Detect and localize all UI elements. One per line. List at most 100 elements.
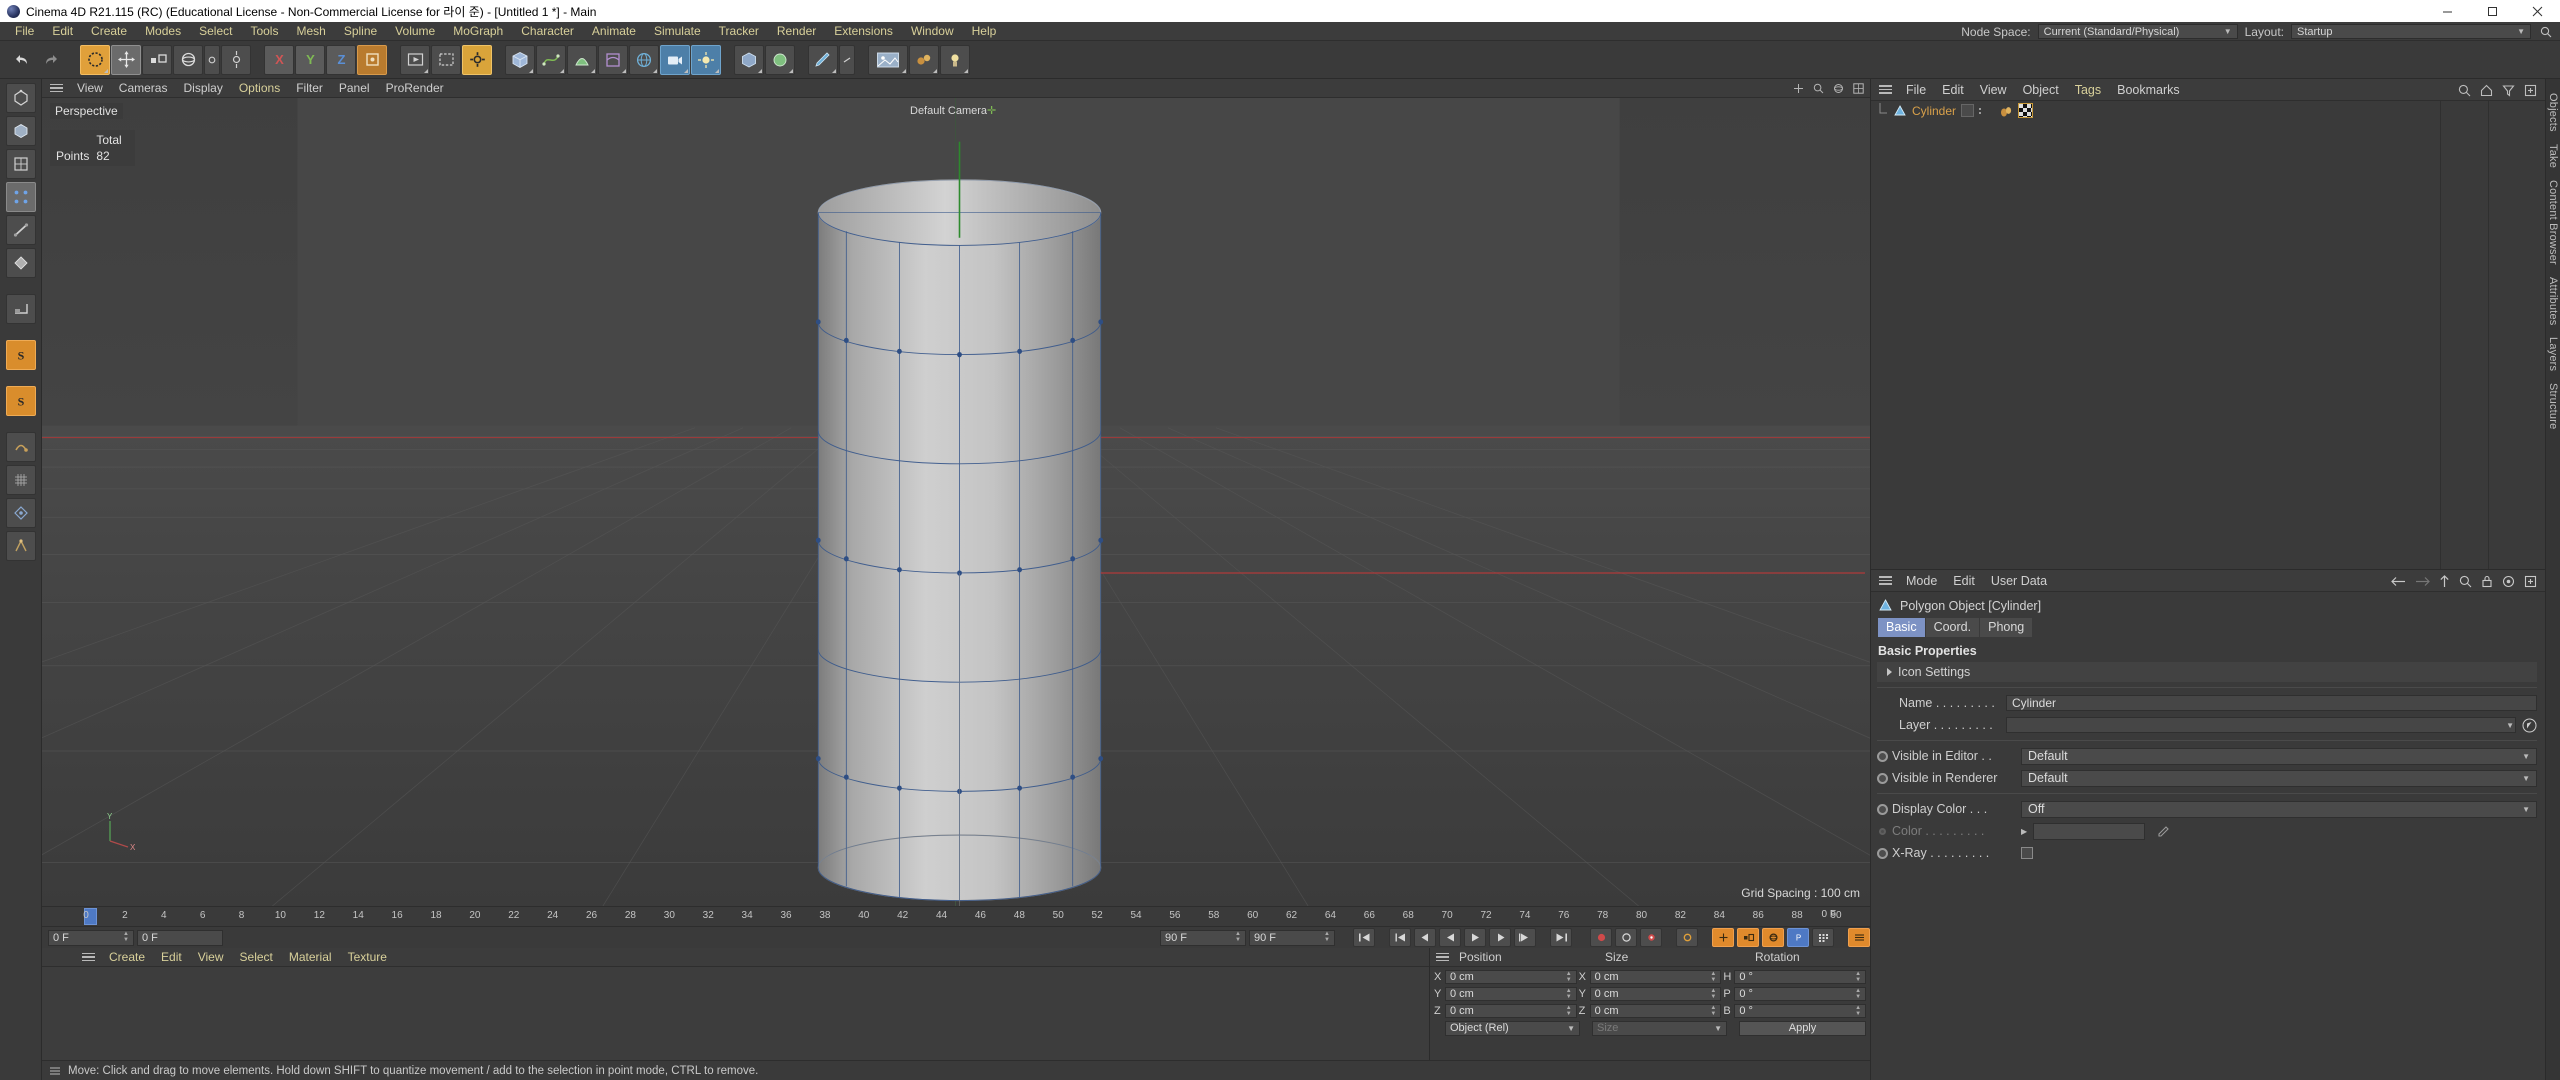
node-space-select[interactable]: Current (Standard/Physical) ▼ (2037, 24, 2238, 39)
position-z-field[interactable]: 0 cm ▲ ▼ (1445, 1004, 1577, 1018)
key-parameter-toggle-button[interactable]: P (1787, 928, 1809, 947)
viewport-menu-filter[interactable]: Filter (288, 79, 331, 98)
rotate-tool-button[interactable] (173, 44, 203, 75)
play-forward-button[interactable] (1464, 928, 1486, 947)
chevron-down-icon[interactable]: ▼ (2506, 721, 2514, 730)
tab-phong[interactable]: Phong (1980, 618, 2033, 637)
start-frame-field[interactable]: 0 F (137, 929, 223, 946)
scene-nodes-button[interactable] (940, 44, 970, 75)
key-position-toggle-button[interactable] (1712, 928, 1734, 947)
workplane-lock-button[interactable] (5, 432, 36, 462)
visible-editor-radio[interactable] (1877, 750, 1888, 762)
display-color-radio[interactable] (1877, 803, 1888, 815)
attribute-menu-user-data[interactable]: User Data (1983, 570, 2055, 592)
rotation-b-field[interactable]: 0 ° ▲ ▼ (1734, 1004, 1867, 1018)
undo-button[interactable] (6, 45, 36, 75)
make-editable-button[interactable] (5, 83, 36, 113)
menu-window[interactable]: Window (902, 22, 963, 41)
add-generator-button[interactable] (567, 44, 597, 75)
maximize-button[interactable] (2470, 0, 2515, 22)
search-icon[interactable] (2458, 84, 2471, 97)
enable-axis-button[interactable]: S (5, 340, 36, 370)
stepper-icon[interactable]: ▲ ▼ (1566, 1005, 1572, 1017)
stepper-icon[interactable]: ▲ ▼ (1235, 931, 1241, 943)
size-x-field[interactable]: 0 cm ▲ ▼ (1589, 970, 1722, 984)
add-cube-primitive-button[interactable] (734, 44, 764, 75)
visible-renderer-radio[interactable] (1877, 772, 1888, 784)
record-active-objects-button[interactable] (1590, 928, 1612, 947)
vtab-structure[interactable]: Structure (2547, 377, 2559, 435)
rotate-view-icon[interactable] (1833, 83, 1844, 94)
menu-extensions[interactable]: Extensions (825, 22, 902, 41)
key-pla-toggle-button[interactable] (1812, 928, 1834, 947)
material-menu-select[interactable]: Select (232, 948, 281, 967)
tool-options-button[interactable] (204, 44, 220, 75)
display-color-select[interactable]: Off ▼ (2021, 800, 2537, 818)
search-icon[interactable] (2459, 575, 2472, 588)
object-menu-view[interactable]: View (1972, 79, 2015, 101)
stepper-icon[interactable]: ▲ ▼ (1710, 1005, 1716, 1017)
size-z-field[interactable]: 0 cm ▲ ▼ (1589, 1004, 1722, 1018)
render-region-button[interactable] (431, 44, 461, 75)
world-object-coordinate-button[interactable] (357, 44, 387, 75)
preview-end-field[interactable]: 90 F ▲ ▼ (1249, 929, 1335, 946)
autokeying-button[interactable] (1615, 928, 1637, 947)
position-x-field[interactable]: 0 cm ▲ ▼ (1445, 970, 1577, 984)
object-menu-tags[interactable]: Tags (2067, 79, 2109, 101)
menu-help[interactable]: Help (963, 22, 1006, 41)
menu-file[interactable]: File (6, 22, 43, 41)
object-visibility-box[interactable] (1961, 104, 1975, 117)
point-mode-button[interactable] (5, 182, 36, 212)
content-browser-button[interactable] (909, 44, 939, 75)
stepper-icon[interactable]: ▲ ▼ (1855, 971, 1861, 983)
color-swatch[interactable] (2033, 822, 2146, 840)
redo-button[interactable] (37, 45, 67, 75)
layout-select[interactable]: Startup ▼ (2291, 24, 2531, 39)
attribute-hamburger-icon[interactable] (1879, 576, 1892, 585)
menu-mesh[interactable]: Mesh (287, 22, 334, 41)
phong-tag-icon[interactable] (1999, 104, 2013, 118)
timeline-ruler[interactable]: 0 2 4 6 8 10 12 14 16 18 20 22 24 26 28 30 32 34 36 38 40 42 4… (42, 906, 1870, 926)
perspective-viewport[interactable]: Perspective Default Camera✛ Total Points… (42, 98, 1870, 906)
menu-simulate[interactable]: Simulate (645, 22, 710, 41)
close-button[interactable] (2515, 0, 2560, 22)
spline-pen-button[interactable] (808, 44, 838, 75)
scale-tool-button[interactable] (142, 44, 172, 75)
menu-mograph[interactable]: MoGraph (444, 22, 512, 41)
viewport-menu-panel[interactable]: Panel (331, 79, 378, 98)
icon-settings-fold-row[interactable]: Icon Settings (1877, 662, 2537, 682)
search-icon[interactable] (2538, 26, 2554, 38)
object-menu-bookmarks[interactable]: Bookmarks (2109, 79, 2188, 101)
previous-keyframe-button[interactable] (1389, 928, 1411, 947)
stepper-icon[interactable]: ▲ ▼ (1710, 971, 1716, 983)
menu-animate[interactable]: Animate (583, 22, 645, 41)
menu-modes[interactable]: Modes (136, 22, 190, 41)
picture-viewer-button[interactable] (868, 44, 908, 75)
live-selection-tool-button[interactable] (80, 44, 110, 75)
coordinate-apply-button[interactable]: Apply (1739, 1020, 1866, 1036)
menu-render[interactable]: Render (768, 22, 825, 41)
z-axis-lock-button[interactable]: Z (326, 44, 356, 75)
coordinate-mode-select[interactable]: Object (Rel) ▼ (1445, 1020, 1580, 1036)
viewport-menu-cameras[interactable]: Cameras (111, 79, 176, 98)
object-menu-edit[interactable]: Edit (1934, 79, 1972, 101)
key-scale-toggle-button[interactable] (1737, 928, 1759, 947)
grid-snap-button[interactable] (5, 465, 36, 495)
minimize-button[interactable] (2425, 0, 2470, 22)
object-menu-object[interactable]: Object (2015, 79, 2067, 101)
move-mode-toggle-button[interactable] (221, 44, 251, 75)
add-landscape-button[interactable] (765, 44, 795, 75)
add-environment-button[interactable] (629, 44, 659, 75)
object-visibility-dots-icon[interactable] (1979, 107, 1982, 114)
vtab-content-browser[interactable]: Content Browser (2547, 174, 2559, 271)
up-arrow-icon[interactable] (2439, 574, 2450, 588)
add-attribute-icon[interactable] (2524, 575, 2537, 588)
target-icon[interactable] (2502, 575, 2515, 588)
menu-volume[interactable]: Volume (386, 22, 444, 41)
stepper-icon[interactable]: ▲ ▼ (1855, 988, 1861, 1000)
menu-tools[interactable]: Tools (241, 22, 287, 41)
stepper-icon[interactable]: ▲ ▼ (1710, 988, 1716, 1000)
xray-checkbox[interactable] (2021, 847, 2033, 859)
position-key-button[interactable] (1676, 928, 1698, 947)
viewport-menu-prorender[interactable]: ProRender (378, 79, 452, 98)
